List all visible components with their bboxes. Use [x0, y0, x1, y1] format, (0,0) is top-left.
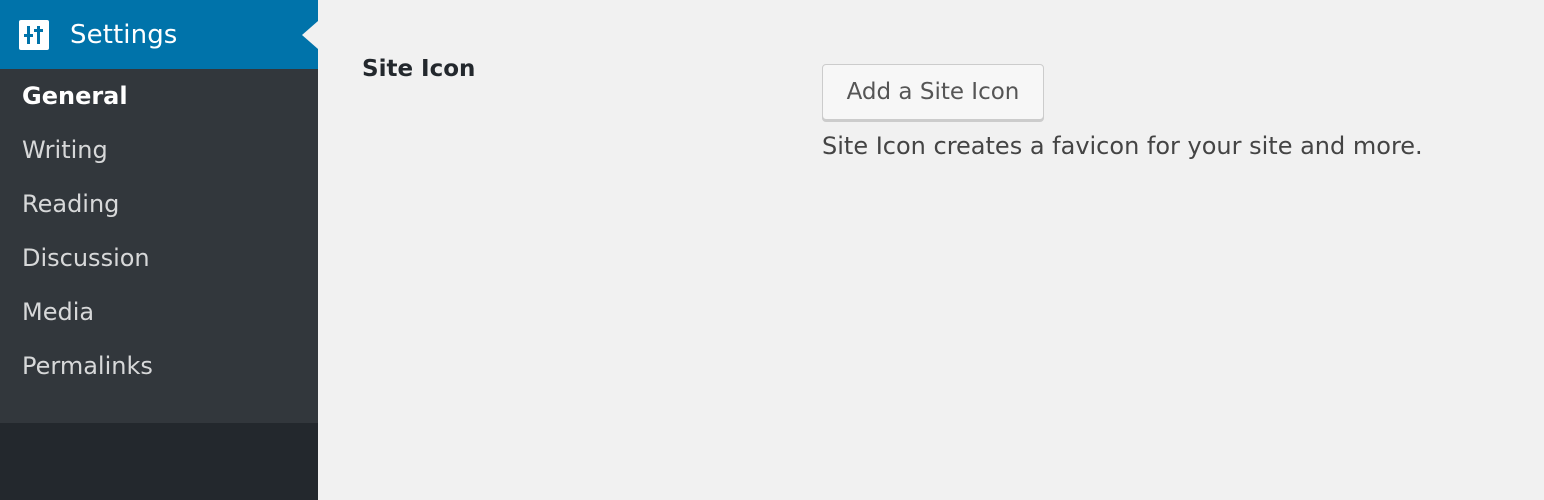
- admin-sidebar: Settings General Writing Reading Discuss…: [0, 0, 318, 500]
- sidebar-item-reading[interactable]: Reading: [0, 177, 318, 231]
- settings-icon: [19, 19, 49, 50]
- add-site-icon-button[interactable]: Add a Site Icon: [822, 64, 1044, 120]
- sidebar-item-general[interactable]: General: [0, 82, 318, 110]
- settings-content: Site Icon Add a Site Icon Site Icon crea…: [318, 0, 1544, 500]
- settings-menu-title: Settings: [70, 19, 178, 50]
- sidebar-item-discussion[interactable]: Discussion: [0, 231, 318, 285]
- sidebar-item-permalinks[interactable]: Permalinks: [0, 339, 318, 393]
- wp-admin-settings-screen: Settings General Writing Reading Discuss…: [0, 0, 1544, 500]
- sidebar-item-writing[interactable]: Writing: [0, 123, 318, 177]
- settings-submenu: General Writing Reading Discussion Media…: [0, 69, 318, 423]
- site-icon-label: Site Icon: [362, 56, 476, 82]
- sidebar-item-media[interactable]: Media: [0, 285, 318, 339]
- settings-menu-header[interactable]: Settings: [0, 0, 318, 69]
- site-icon-description: Site Icon creates a favicon for your sit…: [822, 132, 1423, 160]
